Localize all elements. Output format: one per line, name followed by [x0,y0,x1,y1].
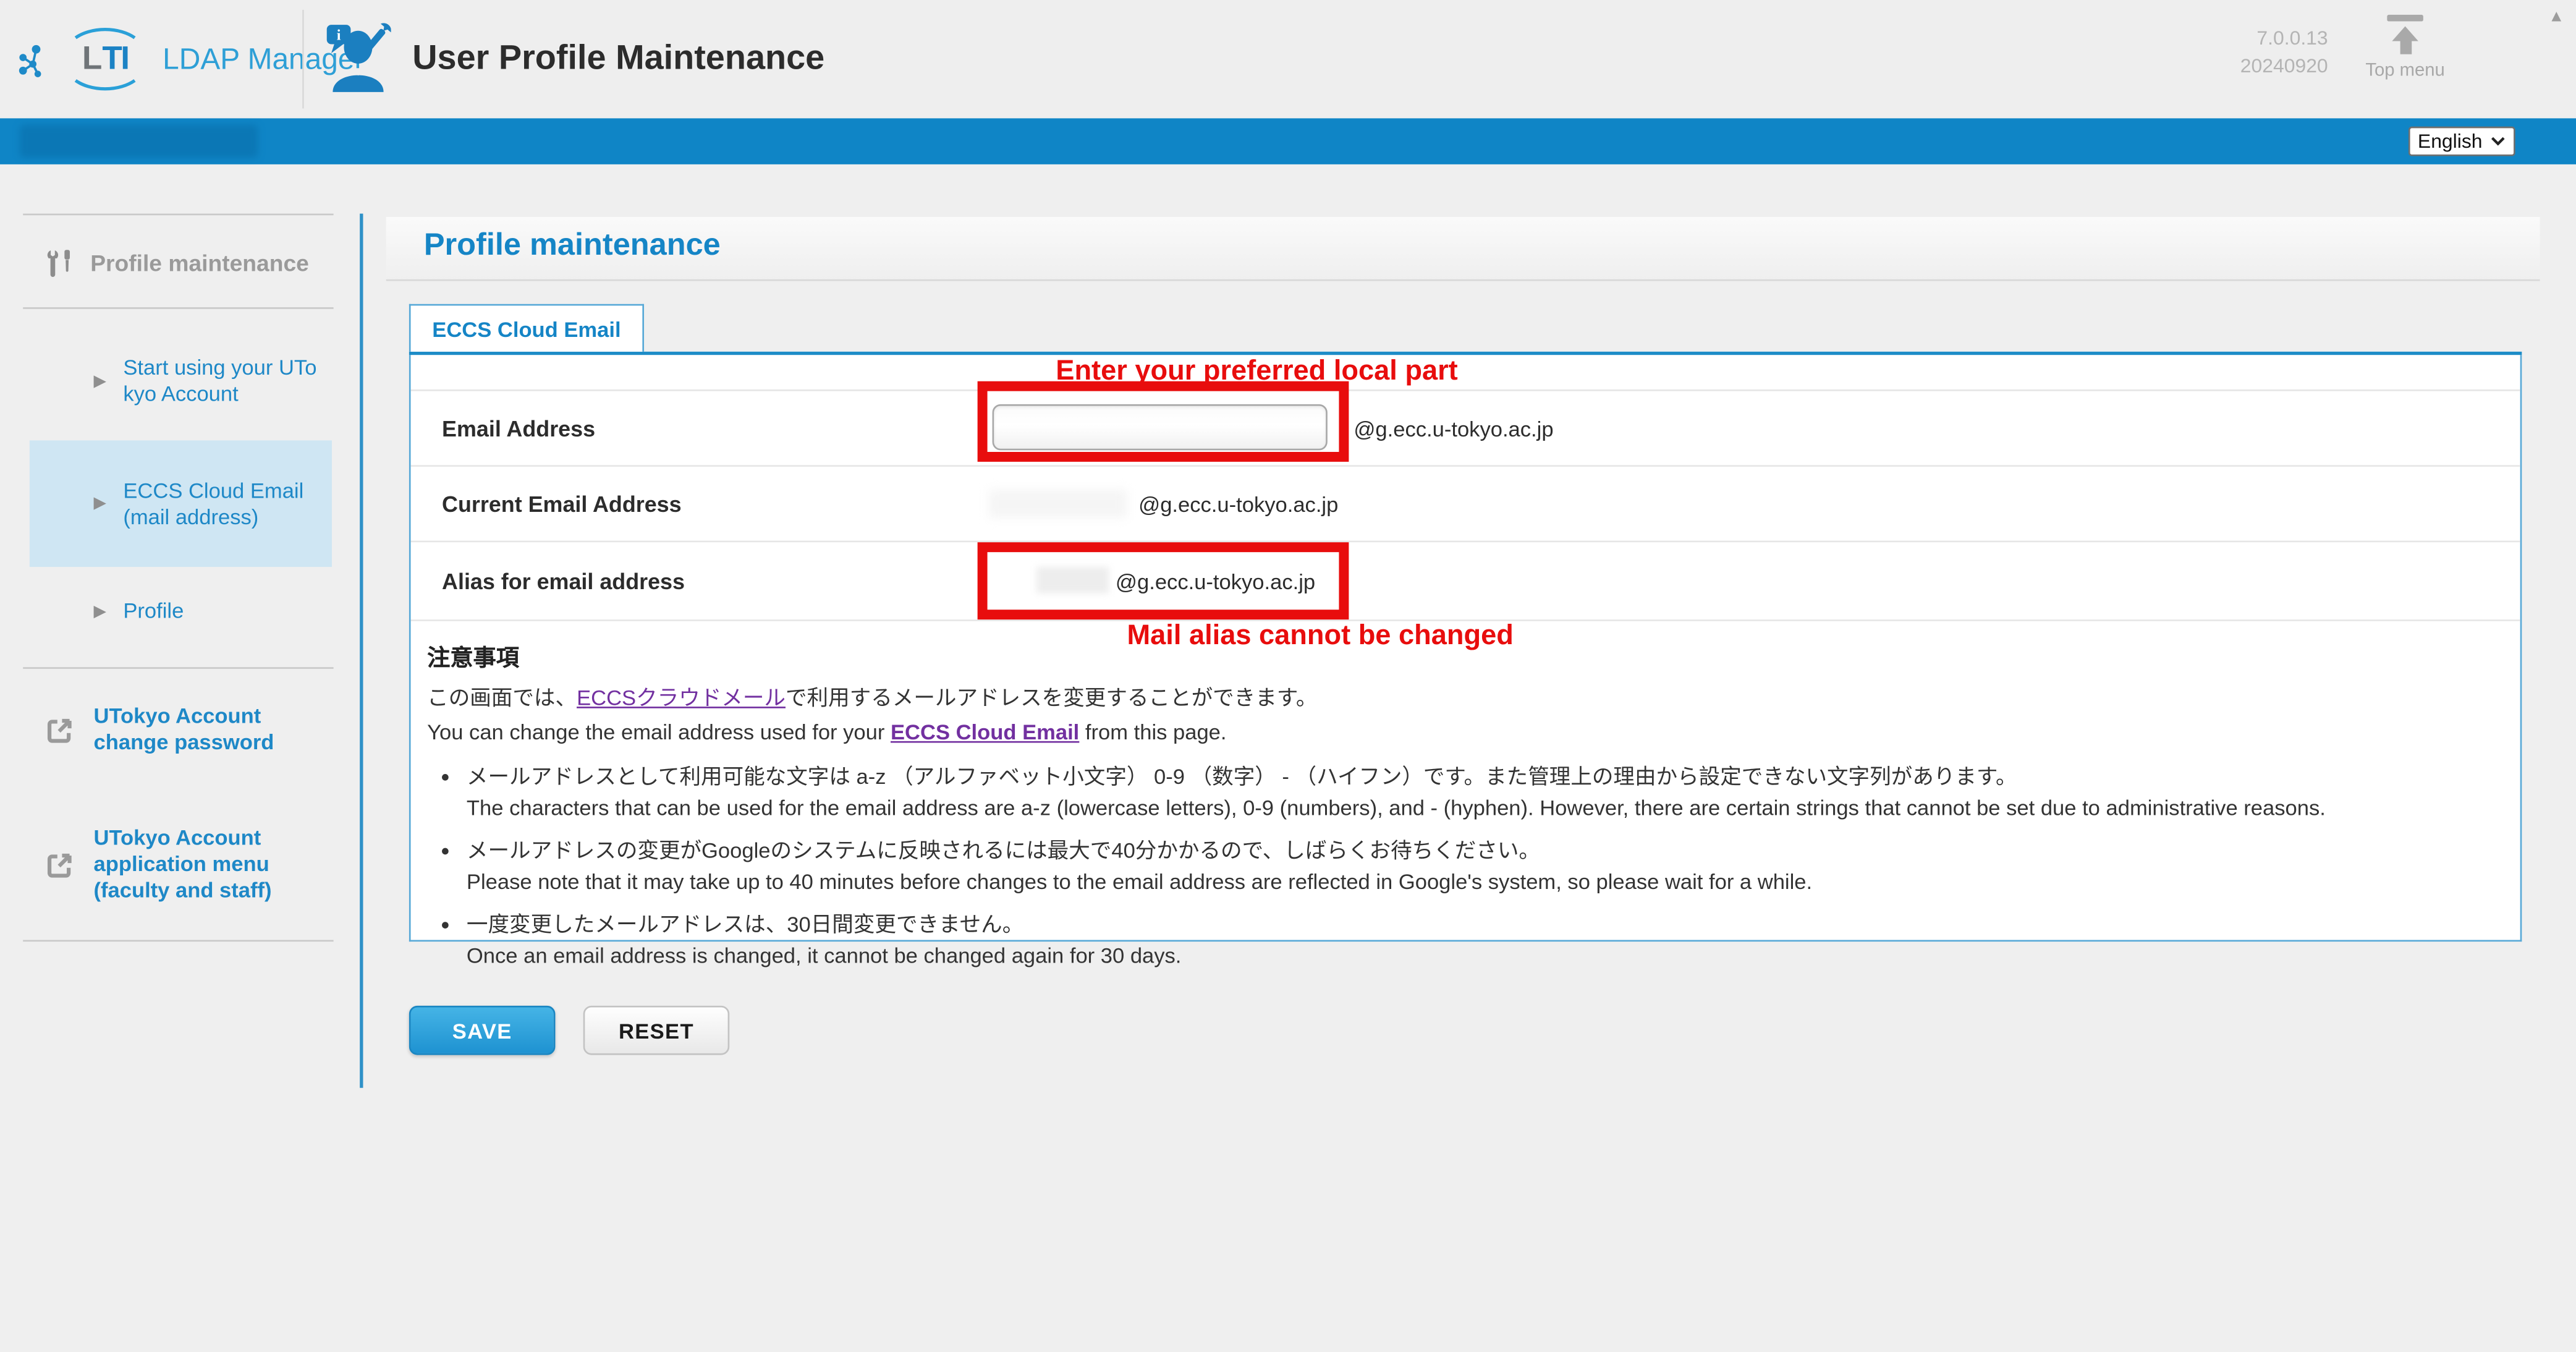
external-link-icon [46,851,74,878]
arrow-right-icon: ▶ [94,602,106,620]
page-head: i User Profile Maintenance [325,20,824,99]
ldap-manager-logo[interactable]: LTI LDAP Manager [17,23,365,95]
sidebar-link-change-password[interactable]: UTokyo Account change password [0,687,345,772]
redacted-username-blob [20,125,258,158]
sidebar-divider [23,940,333,942]
redacted-current-local-part [989,490,1127,517]
language-bar: English [0,118,2576,164]
notes-bullet: 一度変更したメールアドレスは、30日間変更できません。 Once an emai… [467,912,2520,969]
version-date: 20240920 [2240,53,2328,80]
svg-text:i: i [337,27,341,43]
red-highlight-box-email [978,381,1349,462]
external-link-icon [46,716,74,744]
sidebar-divider [23,214,333,216]
bullet-jp: メールアドレスとして利用可能な文字は a-z （アルファベット小文字） 0-9 … [467,764,2520,791]
notes-bullet-list: メールアドレスとして利用可能な文字は a-z （アルファベット小文字） 0-9 … [434,764,2520,969]
chevron-down-icon [2491,137,2506,147]
email-domain-suffix: @g.ecc.u-tokyo.ac.jp [1354,416,1553,441]
notes-intro-jp-text: この画面では、 [427,685,577,710]
version-info: 7.0.0.13 20240920 [2240,25,2328,80]
header-divider [302,10,304,108]
sidebar-item-profile[interactable]: ▶ Profile [30,579,332,644]
annotation-alias-note: Mail alias cannot be changed [1127,619,1514,652]
email-address-label: Email Address [442,416,595,441]
bullet-jp: メールアドレスの変更がGoogleのシステムに反映されるには最大で40分かかるの… [467,838,2520,865]
form-row-current-email: Current Email Address @g.ecc.u-tokyo.ac.… [411,465,2520,540]
sidebar-divider [23,667,333,669]
eccs-cloud-mail-link-jp[interactable]: ECCSクラウドメール [577,685,786,710]
reset-button[interactable]: RESET [583,1006,730,1055]
language-selected-value: English [2418,130,2483,153]
notes-intro-en: You can change the email address used fo… [427,720,2520,746]
red-highlight-box-alias [978,542,1349,619]
sidebar-item-label: ECCS Cloud Email (mail address) [123,477,320,530]
sidebar-item-eccs-cloud-email[interactable]: ▶ ECCS Cloud Email (mail address) [30,440,332,567]
sidebar-section-header: Profile maintenance [46,237,308,289]
page: LTI LDAP Manager i User P [0,0,2576,1352]
form-row-email: Email Address @g.ecc.u-tokyo.ac.jp [411,389,2520,465]
network-nodes-icon [17,38,59,80]
sidebar-item-start-using-utokyo-account[interactable]: ▶ Start using your UTokyo Account [30,335,332,427]
notes-intro-jp: この画面では、ECCSクラウドメールで利用するメールアドレスを変更することができ… [427,685,2520,712]
sidebar-section-label: Profile maintenance [90,250,309,276]
bullet-en: Once an email address is changed, it can… [467,943,2520,970]
sidebar-link-label: UTokyo Account application menu (faculty… [94,825,313,904]
main-content: Profile maintenance ECCS Cloud Email Ent… [362,164,2576,1352]
current-email-label: Current Email Address [442,491,682,516]
notes-intro-en-text: from this page. [1079,720,1226,744]
current-email-value: @g.ecc.u-tokyo.ac.jp [1138,491,1338,516]
form-row-alias: Alias for email address @g.ecc.u-tokyo.a… [411,541,2520,620]
notes-intro-jp-text: で利用するメールアドレスを変更することができます。 [786,685,1317,710]
notes-intro-en-text: You can change the email address used fo… [427,720,891,744]
lti-logo-mark: LTI [59,23,151,95]
sidebar-divider [23,307,333,309]
page-title-band: Profile maintenance [386,217,2540,281]
bullet-en: The characters that can be used for the … [467,796,2520,822]
top-menu-label: Top menu [2362,61,2447,80]
notes-bullet: メールアドレスの変更がGoogleのシステムに反映されるには最大で40分かかるの… [467,838,2520,896]
alias-label: Alias for email address [442,569,685,593]
content-panel: Enter your preferred local part Email Ad… [409,355,2522,942]
language-select[interactable]: English [2408,127,2515,156]
page-title-header: User Profile Maintenance [412,40,824,79]
bullet-jp: 一度変更したメールアドレスは、30日間変更できません。 [467,912,2520,938]
user-profile-icon: i [325,22,391,97]
logo-arcs-icon [59,23,151,95]
sidebar-link-application-menu[interactable]: UTokyo Account application menu (faculty… [0,806,345,924]
tools-icon [46,248,75,278]
arrow-right-icon: ▶ [94,495,106,512]
sidebar-item-label: Start using your UTokyo Account [123,355,320,407]
arrow-right-icon: ▶ [94,372,106,390]
top-menu-icon [2362,15,2447,54]
notes-bullet: メールアドレスとして利用可能な文字は a-z （アルファベット小文字） 0-9 … [467,764,2520,822]
tab-eccs-cloud-email[interactable]: ECCS Cloud Email [409,304,644,352]
page-title: Profile maintenance [424,228,2540,264]
sidebar-item-label: Profile [123,598,320,625]
bullet-en: Please note that it may take up to 40 mi… [467,869,2520,896]
annotation-enter-local-part: Enter your preferred local part [1043,355,1470,388]
sidebar: Profile maintenance ▶ Start using your U… [0,164,362,1352]
notes-section: 注意事項 この画面では、ECCSクラウドメールで利用するメールアドレスを変更する… [411,619,2520,942]
version-number: 7.0.0.13 [2240,25,2328,53]
save-button[interactable]: SAVE [409,1006,556,1055]
sidebar-link-label: UTokyo Account change password [94,704,313,756]
app-header: LTI LDAP Manager i User P [0,0,2576,118]
top-menu-button[interactable]: Top menu [2362,15,2447,80]
eccs-cloud-email-link-en[interactable]: ECCS Cloud Email [891,720,1079,744]
collapse-triangle-icon[interactable]: ▲ [2548,8,2564,26]
